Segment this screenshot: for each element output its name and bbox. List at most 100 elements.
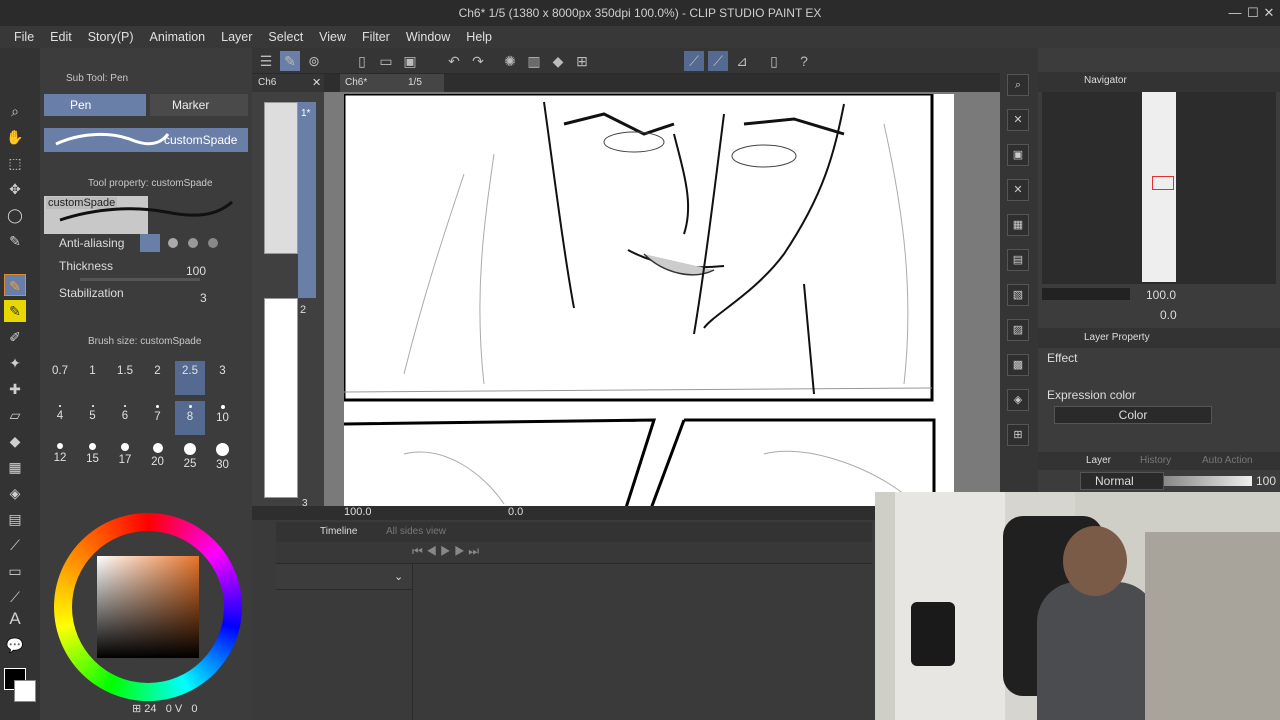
device-icon[interactable]: ▯ (764, 51, 784, 71)
page-thumb-2[interactable] (264, 298, 298, 498)
menu-file[interactable]: File (6, 30, 42, 44)
layer-icon[interactable]: ⊚ (304, 51, 324, 71)
brush-icon[interactable]: ✐ (4, 326, 26, 348)
stabilization-value[interactable]: 3 (200, 291, 207, 305)
operation-icon[interactable]: ⬚ (4, 152, 26, 174)
menu-story[interactable]: Story(P) (80, 30, 142, 44)
color-square[interactable] (97, 556, 199, 658)
fill-icon[interactable]: ▦ (4, 456, 26, 478)
menu-select[interactable]: Select (260, 30, 311, 44)
menu-window[interactable]: Window (398, 30, 458, 44)
transform-icon[interactable]: ⊞ (572, 51, 592, 71)
decoration-icon[interactable]: ✚ (4, 378, 26, 400)
thickness-value[interactable]: 100 (186, 264, 206, 278)
panel-icon-7[interactable]: ▨ (1007, 319, 1029, 341)
history-tab[interactable]: History (1140, 455, 1171, 466)
panel-icon-1[interactable]: ✕ (1007, 109, 1029, 131)
aa-option-none[interactable] (140, 234, 160, 252)
brush-size-7[interactable]: 7 (143, 401, 173, 435)
menu-layer[interactable]: Layer (213, 30, 260, 44)
aa-option-weak[interactable] (168, 238, 178, 248)
gradient-icon[interactable]: ▤ (4, 508, 26, 530)
menu-animation[interactable]: Animation (142, 30, 214, 44)
brush-size-1[interactable]: 1 (78, 361, 108, 395)
zoom-icon[interactable]: ⌕ (4, 100, 26, 122)
page-thumb-1[interactable] (264, 102, 298, 254)
lasso-icon[interactable]: ◯ (4, 204, 26, 226)
opacity-slider[interactable] (1164, 476, 1252, 486)
figure-icon[interactable]: ⟋ (4, 534, 26, 556)
new-icon[interactable]: ▯ (352, 51, 372, 71)
panel-icon-3[interactable]: ✕ (1007, 179, 1029, 201)
brush-size-10[interactable]: 10 (208, 401, 238, 435)
brush-size-25[interactable]: 25 (175, 441, 205, 475)
timeline-tab[interactable]: Timeline (320, 526, 357, 537)
eyedropper-icon[interactable]: ✎ (4, 230, 26, 252)
save-icon[interactable]: ▣ (400, 51, 420, 71)
fill-bucket-icon[interactable]: ◆ (548, 51, 568, 71)
sub-color-swatch[interactable] (14, 680, 36, 702)
brush-entry[interactable]: customSpade (44, 128, 248, 152)
menu-icon[interactable]: ☰ (256, 51, 276, 71)
all-sides-tab[interactable]: All sides view (386, 526, 446, 537)
brush-size-15[interactable]: 15 (78, 441, 108, 475)
expression-color-select[interactable]: Color (1054, 406, 1212, 424)
balloon-icon[interactable]: 💬 (4, 634, 26, 656)
menu-view[interactable]: View (311, 30, 354, 44)
panel-icon-2[interactable]: ▣ (1007, 144, 1029, 166)
navigator-frame[interactable] (1152, 176, 1174, 190)
panel-icon-10[interactable]: ⊞ (1007, 424, 1029, 446)
navigator-zoom[interactable]: 100.0 (1146, 288, 1176, 302)
playback-controls[interactable]: ⏮ ◀ ▶ ▶ ⏭ (412, 544, 479, 559)
canvas-tab[interactable]: Ch6* (345, 77, 367, 88)
brush-size-6[interactable]: 6 (110, 401, 140, 435)
blend-mode-select[interactable]: Normal (1080, 472, 1164, 490)
auto-action-tab[interactable]: Auto Action (1202, 455, 1253, 466)
menu-help[interactable]: Help (458, 30, 500, 44)
timeline-dropdown-icon[interactable]: ⌄ (394, 570, 403, 583)
brush-size-5[interactable]: 5 (78, 401, 108, 435)
brush-size-30[interactable]: 30 (208, 441, 238, 475)
help-icon[interactable]: ? (794, 51, 814, 71)
panel-icon-9[interactable]: ◈ (1007, 389, 1029, 411)
layer-tab[interactable]: Layer (1086, 455, 1111, 466)
panel-icon-4[interactable]: ▦ (1007, 214, 1029, 236)
rotation-value[interactable]: 0.0 (508, 506, 523, 518)
brush-size-3[interactable]: 3 (208, 361, 238, 395)
frame-icon[interactable]: ▭ (4, 560, 26, 582)
tab-marker[interactable]: Marker (150, 94, 248, 116)
pages-tab[interactable]: Ch6 (258, 77, 276, 88)
marker-tool-icon[interactable]: ✎ (4, 300, 26, 322)
brush-size-2-5[interactable]: 2.5 (175, 361, 205, 395)
brush-size-17[interactable]: 17 (110, 441, 140, 475)
pages-tab-close-icon[interactable]: ✕ (312, 76, 321, 89)
aa-option-mid[interactable] (188, 238, 198, 248)
brush-size-20[interactable]: 20 (143, 441, 173, 475)
close-icon[interactable]: ✕ (1256, 0, 1280, 26)
move-icon[interactable]: ✥ (4, 178, 26, 200)
zoom-slider[interactable] (1042, 288, 1130, 300)
blend-icon[interactable]: ◆ (4, 430, 26, 452)
aa-option-strong[interactable] (208, 238, 218, 248)
text-icon[interactable]: A (4, 608, 26, 630)
brush-size-8[interactable]: 8 (175, 401, 205, 435)
menu-edit[interactable]: Edit (42, 30, 80, 44)
menu-filter[interactable]: Filter (354, 30, 398, 44)
undo-icon[interactable]: ↶ (444, 51, 464, 71)
bucket-icon[interactable]: ◈ (4, 482, 26, 504)
clear-icon[interactable]: ✺ (500, 51, 520, 71)
panel-icon-8[interactable]: ▩ (1007, 354, 1029, 376)
snap-ruler-icon[interactable]: ⟋ (684, 51, 704, 71)
snap-special-icon[interactable]: ⟋ (708, 51, 728, 71)
navigator-angle[interactable]: 0.0 (1160, 308, 1177, 322)
brush-size-2[interactable]: 2 (143, 361, 173, 395)
hand-icon[interactable]: ✋ (4, 126, 26, 148)
redo-icon[interactable]: ↷ (468, 51, 488, 71)
search-icon[interactable]: ⌕ (1007, 74, 1029, 96)
navigator-view[interactable] (1042, 92, 1276, 284)
brush-size-0-7[interactable]: 0.7 (45, 361, 75, 395)
snap-grid-icon[interactable]: ⊿ (732, 51, 752, 71)
brush-size-4[interactable]: 4 (45, 401, 75, 435)
brush-size-1-5[interactable]: 1.5 (110, 361, 140, 395)
pen-tool-icon[interactable]: ✎ (4, 274, 26, 296)
